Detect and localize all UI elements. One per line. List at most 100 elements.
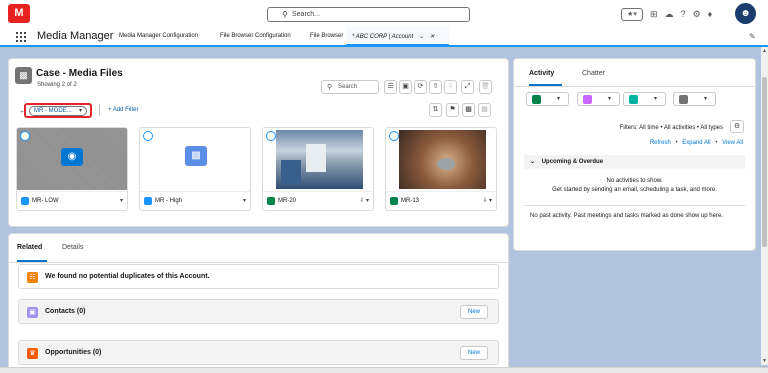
divider bbox=[99, 104, 100, 116]
chevron-down-icon[interactable]: ▾ bbox=[120, 197, 123, 204]
scrollbar-thumb[interactable] bbox=[762, 77, 767, 247]
tab-activity[interactable]: Activity bbox=[529, 70, 554, 77]
view-all-link[interactable]: View All bbox=[722, 140, 743, 146]
factory-photo bbox=[263, 128, 373, 190]
select-radio[interactable] bbox=[389, 131, 399, 141]
expand-all-link[interactable]: Expand All bbox=[682, 140, 710, 146]
expand-icon[interactable]: ⤢ bbox=[461, 80, 474, 94]
upcoming-overdue-section[interactable]: ⌄ Upcoming & Overdue bbox=[524, 155, 745, 169]
bell-icon[interactable]: ♦ bbox=[708, 9, 713, 19]
tab-abc-corp-account[interactable]: * ABC CORP | Account ⌄ ✕ bbox=[346, 27, 449, 47]
logo-text: M bbox=[14, 7, 24, 19]
chevron-down-icon: ▾ bbox=[608, 96, 612, 102]
media-tile-mr-20[interactable]: MR-20 ⇩ ▾ bbox=[262, 127, 374, 211]
refresh-link[interactable]: Refresh bbox=[650, 140, 671, 146]
folder-selector-dropdown[interactable]: MR - MODE... ▾ bbox=[29, 106, 87, 116]
opportunities-related-list: ♛ Opportunities (0) New bbox=[18, 340, 499, 365]
global-search-input[interactable]: ⚲ Search... bbox=[267, 7, 470, 22]
new-folder-icon[interactable]: ▩ bbox=[462, 103, 475, 117]
media-tile-mr-high[interactable]: ▩ MR - High ▾ bbox=[139, 127, 251, 211]
scroll-up-icon[interactable]: ▲ bbox=[761, 48, 768, 54]
tab-related[interactable]: Related bbox=[17, 244, 42, 251]
tile-footer: MR-20 ⇩ ▾ bbox=[263, 191, 373, 210]
image-file-icon bbox=[390, 197, 398, 205]
tab-details[interactable]: Details bbox=[62, 244, 83, 251]
chevron-down-icon: ▾ bbox=[704, 96, 708, 102]
media-tile-mr-low[interactable]: ◉ MR- LOW ▾ bbox=[16, 127, 128, 211]
hands-photo bbox=[386, 128, 496, 190]
help-icon[interactable]: ? bbox=[681, 9, 686, 19]
app-name: Media Manager bbox=[37, 30, 114, 42]
upload-icon[interactable]: ⇧ bbox=[429, 80, 442, 94]
opportunities-title[interactable]: Opportunities (0) bbox=[45, 349, 101, 356]
tab-label: * ABC CORP | Account bbox=[352, 34, 414, 40]
nav-item-file-browser-configuration[interactable]: File Browser Configuration bbox=[220, 33, 291, 39]
media-files-title: Case - Media Files bbox=[36, 68, 123, 79]
cloud-icon[interactable]: ☁ bbox=[665, 9, 674, 20]
photo-content bbox=[399, 130, 486, 189]
link-separator: • bbox=[715, 140, 718, 146]
folder-preview: ▩ bbox=[140, 128, 250, 190]
move-folder-icon[interactable]: ▩ bbox=[478, 103, 491, 117]
chevron-down-icon: ▾ bbox=[633, 11, 637, 18]
new-contact-button[interactable]: New bbox=[460, 305, 488, 319]
add-icon[interactable]: ⊞ bbox=[650, 9, 658, 20]
duplicates-text: We found no potential duplicates of this… bbox=[45, 273, 210, 280]
contacts-icon: ▣ bbox=[27, 307, 38, 318]
media-tile-mr-13[interactable]: MR-13 ⇩ ▾ bbox=[385, 127, 497, 211]
chevron-down-icon[interactable]: ⌄ bbox=[419, 34, 424, 40]
download-dropdown[interactable]: ⇩ ▾ bbox=[482, 197, 492, 204]
opportunities-icon: ♛ bbox=[27, 348, 38, 359]
select-radio[interactable] bbox=[266, 131, 276, 141]
machine-shape bbox=[306, 144, 326, 172]
tile-footer: MR - High ▾ bbox=[140, 191, 250, 210]
filter-settings-icon[interactable]: ⚙ bbox=[730, 120, 744, 133]
app-logo[interactable]: M bbox=[8, 4, 30, 23]
favorites-button[interactable]: ★ ▾ bbox=[621, 7, 643, 21]
delete-icon[interactable]: 🗑 bbox=[479, 80, 492, 94]
nav-item-file-browser[interactable]: File Browser bbox=[310, 33, 343, 39]
page-scrollbar[interactable]: ▲ ▼ bbox=[761, 47, 768, 365]
app-launcher-icon[interactable] bbox=[16, 32, 26, 42]
add-filter-link[interactable]: + Add Filter bbox=[108, 107, 139, 113]
task-icon bbox=[532, 95, 541, 104]
divider bbox=[9, 262, 508, 263]
contacts-title[interactable]: Contacts (0) bbox=[45, 308, 85, 315]
contacts-related-list: ▣ Contacts (0) New bbox=[18, 299, 499, 324]
chevron-down-icon: ▾ bbox=[557, 96, 561, 102]
nav-item-media-manager-configuration[interactable]: Media Manager Configuration bbox=[119, 33, 198, 39]
new-opportunity-button[interactable]: New bbox=[460, 346, 488, 360]
upcoming-label: Upcoming & Overdue bbox=[541, 159, 604, 165]
media-search-input[interactable]: ⚲ Search bbox=[321, 80, 379, 94]
grid-view-icon[interactable]: ▣ bbox=[399, 80, 412, 94]
activity-filters-text: Filters: All time • All activities • All… bbox=[619, 125, 723, 131]
app-nav-bar: Media Manager Media Manager Configuratio… bbox=[0, 27, 768, 47]
list-view-icon[interactable]: ☰ bbox=[384, 80, 397, 94]
gear-icon[interactable]: ⚙ bbox=[693, 9, 701, 20]
folder-selector-highlighted[interactable]: MR - MODE... ▾ bbox=[24, 103, 92, 118]
select-radio[interactable] bbox=[143, 131, 153, 141]
download-icon[interactable]: ⇩ bbox=[444, 80, 457, 94]
log-call-button[interactable]: ▾ bbox=[623, 92, 666, 106]
user-avatar-icon[interactable]: ☻ bbox=[735, 3, 756, 24]
select-radio[interactable] bbox=[20, 131, 30, 141]
chevron-down-icon[interactable]: ▾ bbox=[243, 197, 246, 204]
image-file-icon bbox=[21, 197, 29, 205]
close-icon[interactable]: ✕ bbox=[430, 34, 435, 40]
no-activities-text: No activities to show. bbox=[606, 178, 663, 184]
scroll-down-icon[interactable]: ▼ bbox=[761, 358, 768, 364]
chevron-down-icon: ▾ bbox=[78, 108, 82, 114]
refresh-icon[interactable]: ⟳ bbox=[414, 80, 427, 94]
new-event-button[interactable]: ▾ bbox=[577, 92, 620, 106]
download-dropdown[interactable]: ⇩ ▾ bbox=[359, 197, 369, 204]
photo-content bbox=[276, 130, 363, 189]
tile-name: MR- LOW bbox=[32, 198, 59, 204]
global-header: M ⚲ Search... ★ ▾ ⊞ ☁ ? ⚙ ♦ ☻ bbox=[0, 0, 768, 27]
edit-nav-icon[interactable]: ✎ bbox=[749, 32, 756, 41]
sort-icon[interactable]: ⇅ bbox=[429, 103, 442, 117]
new-task-button[interactable]: ▾ bbox=[526, 92, 569, 106]
tag-icon[interactable]: ⚑ bbox=[446, 103, 459, 117]
media-files-subtitle: Showing 2 of 2 bbox=[37, 82, 77, 88]
send-email-button[interactable]: ▾ bbox=[673, 92, 716, 106]
tab-chatter[interactable]: Chatter bbox=[582, 70, 605, 77]
